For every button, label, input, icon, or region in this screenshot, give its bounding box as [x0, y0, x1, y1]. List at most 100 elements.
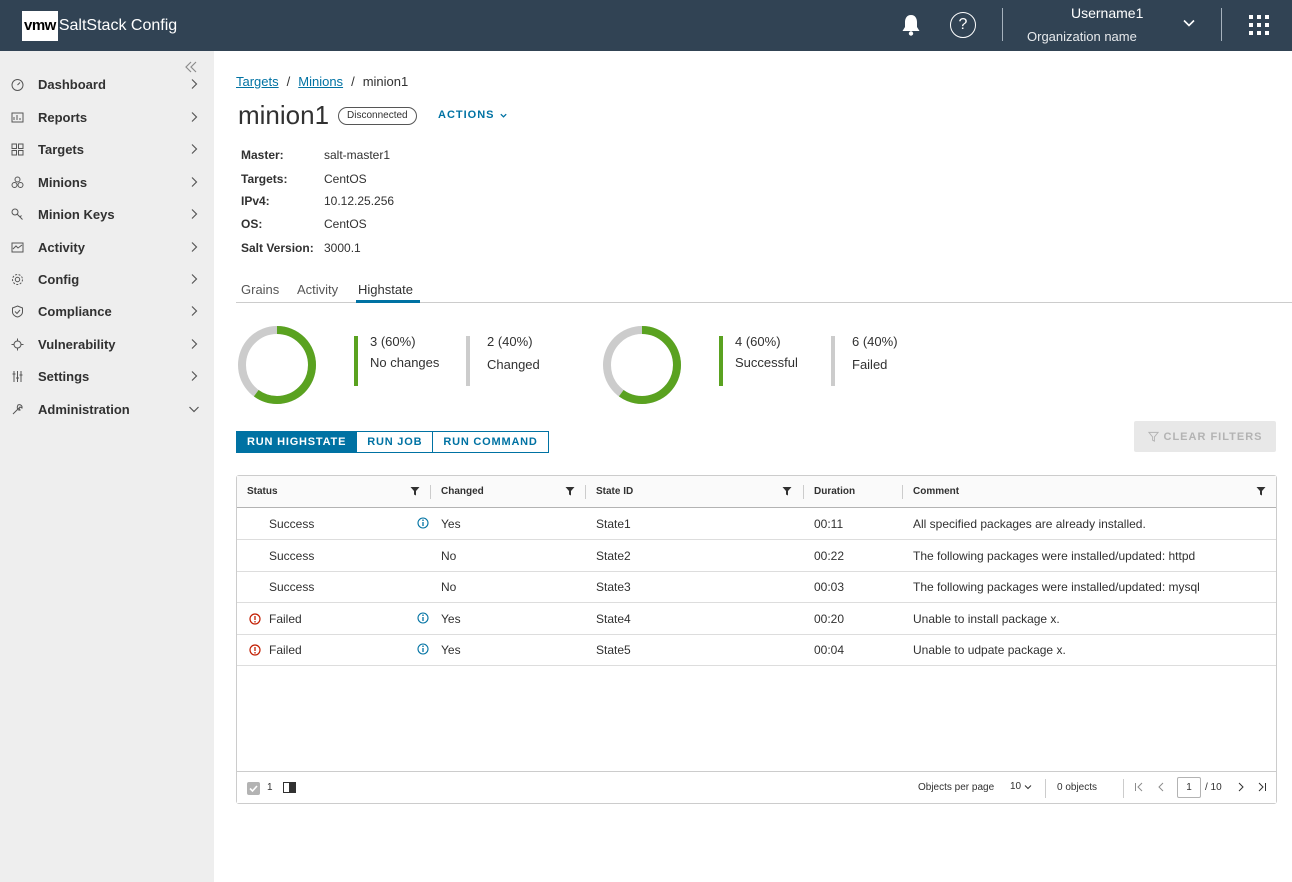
per-page-value: 10: [1010, 781, 1022, 792]
table-row[interactable]: Failed Yes State4 00:20 Unable to install pa…: [237, 603, 1276, 635]
table-row[interactable]: Success No State2 00:22 The following packag…: [237, 540, 1276, 572]
sidebar-item-reports[interactable]: Reports: [0, 102, 214, 132]
table-row[interactable]: Failed Yes State5 00:04 Unable to udpate pac…: [237, 634, 1276, 667]
sidebar-item-config[interactable]: Config: [0, 264, 214, 294]
changed-cell: Yes: [441, 643, 461, 658]
sidebar-item-label: Config: [38, 271, 80, 287]
tab-highstate[interactable]: Highstate: [358, 282, 413, 297]
sidebar-item-activity[interactable]: Activity: [0, 232, 214, 262]
chevron-right-icon[interactable]: [188, 208, 200, 220]
actions-dropdown-button[interactable]: ACTIONS: [438, 109, 508, 121]
duration-cell: 00:04: [814, 643, 845, 658]
column-resize-handle[interactable]: [585, 485, 586, 499]
first-page-icon[interactable]: [1134, 782, 1144, 792]
chevron-right-icon[interactable]: [188, 338, 200, 350]
user-name[interactable]: Username1: [1071, 5, 1143, 21]
column-resize-handle[interactable]: [902, 485, 903, 499]
sidebar-item-label: Administration: [38, 401, 130, 417]
filter-icon[interactable]: [782, 486, 792, 496]
app-logo[interactable]: vmw SaltStack Config: [22, 11, 177, 41]
sidebar-item-label: Targets: [38, 141, 84, 157]
breadcrumb-minions[interactable]: Minions: [298, 74, 343, 89]
last-page-icon[interactable]: [1257, 782, 1267, 792]
chevron-down-icon[interactable]: [188, 403, 200, 415]
chevron-right-icon[interactable]: [188, 241, 200, 253]
chevron-down-icon: [499, 113, 507, 118]
chevron-right-icon[interactable]: [188, 273, 200, 285]
changed-cell: No: [441, 580, 457, 595]
property-key: Salt Version:: [241, 241, 314, 255]
column-header-changed[interactable]: Changed: [441, 486, 484, 497]
run-command-button[interactable]: RUN COMMAND: [433, 431, 549, 453]
selected-count: 1: [267, 782, 273, 793]
bell-icon[interactable]: [898, 12, 924, 38]
duration-cell: 00:22: [814, 548, 845, 563]
comment-cell: Unable to install package x.: [913, 611, 1060, 626]
total-pages: / 10: [1205, 782, 1222, 793]
column-header-status[interactable]: Status: [247, 486, 278, 497]
comment-cell: All specified packages are already insta…: [913, 517, 1146, 531]
sidebar: Dashboard Reports Targets Minions Minion Key…: [0, 51, 214, 882]
settings-icon: [12, 371, 23, 382]
vmw-logo: vmw: [22, 11, 58, 41]
info-icon[interactable]: [417, 643, 429, 655]
chevron-right-icon[interactable]: [188, 305, 200, 317]
highstate-datagrid: Status Changed State ID Duration Comment…: [236, 475, 1277, 804]
info-icon[interactable]: [417, 612, 429, 624]
sidebar-item-label: Vulnerability: [38, 336, 116, 352]
column-header-comment[interactable]: Comment: [913, 486, 959, 497]
app-title: SaltStack Config: [58, 17, 178, 34]
tab-activity[interactable]: Activity: [297, 282, 338, 297]
column-header-state-id[interactable]: State ID: [596, 486, 633, 497]
run-highstate-button[interactable]: RUN HIGHSTATE: [236, 431, 358, 453]
sidebar-item-dashboard[interactable]: Dashboard: [0, 69, 214, 99]
tab-grains[interactable]: Grains: [241, 282, 279, 297]
sidebar-item-administration[interactable]: Administration: [0, 394, 214, 424]
tab-bar: Grains Activity Highstate: [236, 280, 1292, 303]
failed-label: Failed: [852, 357, 888, 372]
info-icon[interactable]: [417, 517, 429, 529]
active-tab-indicator: [356, 300, 420, 303]
administration-icon: [12, 404, 23, 415]
column-resize-handle[interactable]: [803, 485, 804, 499]
chevron-right-icon[interactable]: [188, 111, 200, 123]
sidebar-item-vulnerability[interactable]: Vulnerability: [0, 329, 214, 359]
help-icon[interactable]: ?: [950, 12, 976, 38]
sidebar-item-targets[interactable]: Targets: [0, 134, 214, 164]
successful-label: Successful: [735, 355, 798, 370]
next-page-icon[interactable]: [1236, 782, 1246, 792]
duration-cell: 00:03: [814, 580, 845, 595]
run-job-button[interactable]: RUN JOB: [357, 431, 434, 453]
status-cell: Success: [269, 548, 315, 563]
column-header-duration[interactable]: Duration: [814, 486, 855, 497]
per-page-select[interactable]: 10: [1010, 781, 1032, 792]
page-number-input[interactable]: 1: [1177, 777, 1201, 798]
sidebar-item-minion-keys[interactable]: Minion Keys: [0, 199, 214, 229]
chevron-right-icon[interactable]: [188, 78, 200, 90]
no-changes-count: 3 (60%): [370, 334, 416, 349]
filter-icon[interactable]: [565, 486, 575, 496]
sidebar-item-minions[interactable]: Minions: [0, 167, 214, 197]
filter-icon[interactable]: [1256, 486, 1266, 496]
compliance-icon: [12, 305, 23, 318]
column-toggle-icon[interactable]: [283, 782, 296, 793]
chevron-right-icon[interactable]: [188, 143, 200, 155]
clear-filters-button[interactable]: CLEAR FILTERS: [1134, 421, 1276, 452]
app-switcher-icon[interactable]: [1249, 15, 1269, 35]
chevron-right-icon[interactable]: [188, 176, 200, 188]
previous-page-icon[interactable]: [1156, 782, 1166, 792]
property-value: 3000.1: [324, 241, 361, 255]
page-title: minion1: [238, 100, 330, 130]
select-all-checkbox[interactable]: [247, 782, 260, 795]
org-name[interactable]: Organization name: [1027, 29, 1137, 44]
chevron-down-icon[interactable]: [1182, 16, 1196, 30]
column-resize-handle[interactable]: [430, 485, 431, 499]
breadcrumb-targets[interactable]: Targets: [236, 74, 279, 89]
table-row[interactable]: Success No State3 00:03 The following packag…: [237, 571, 1276, 604]
sidebar-item-settings[interactable]: Settings: [0, 361, 214, 391]
sidebar-item-label: Minions: [38, 174, 88, 190]
chevron-right-icon[interactable]: [188, 370, 200, 382]
table-row[interactable]: Success Yes State1 00:11 All specified packa…: [237, 508, 1276, 540]
sidebar-item-compliance[interactable]: Compliance: [0, 296, 214, 326]
filter-icon[interactable]: [410, 486, 420, 496]
